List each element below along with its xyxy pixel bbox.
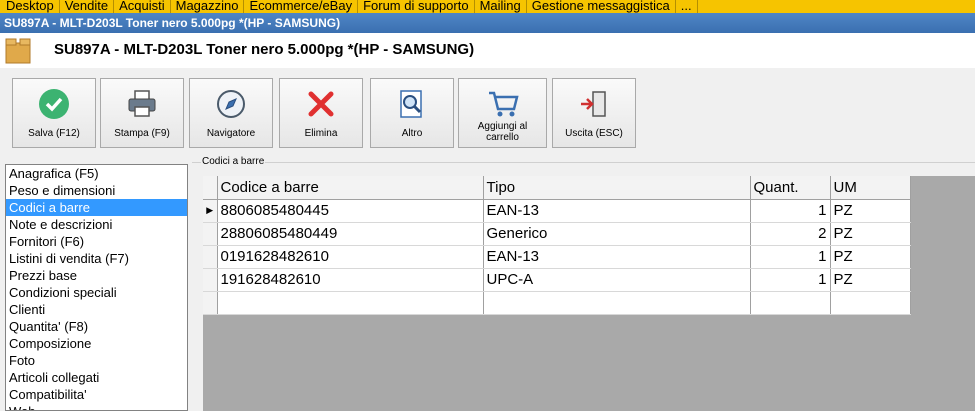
cell-type[interactable]: EAN-13: [483, 245, 751, 269]
save-label: Salva (F12): [28, 128, 80, 139]
add-to-cart-label-line1: Aggiungi al: [477, 121, 528, 132]
page-header: SU897A - MLT-D203L Toner nero 5.000pg *(…: [0, 33, 975, 68]
other-button[interactable]: Altro: [370, 78, 454, 148]
cell-code-empty[interactable]: [217, 291, 484, 315]
tab-forum[interactable]: Forum di supporto: [358, 0, 475, 13]
exit-label: Uscita (ESC): [565, 128, 623, 139]
delete-button[interactable]: Elimina: [279, 78, 363, 148]
exit-button[interactable]: Uscita (ESC): [552, 78, 636, 148]
table-row[interactable]: ▶ 8806085480445 EAN-13 1 PZ: [203, 199, 911, 223]
nav-item-listini[interactable]: Listini di vendita (F7): [6, 250, 187, 267]
box-icon: [5, 38, 31, 64]
cell-type[interactable]: UPC-A: [483, 268, 751, 292]
nav-item-compatibilita[interactable]: Compatibilita': [6, 386, 187, 403]
current-row-indicator-icon: ▶: [203, 199, 218, 223]
nav-item-codici-a-barre[interactable]: Codici a barre: [6, 199, 187, 216]
add-to-cart-button[interactable]: Aggiungi al carrello: [458, 78, 547, 148]
row-indicator: [203, 222, 218, 246]
cell-code[interactable]: 0191628482610: [217, 245, 484, 269]
table-row[interactable]: 191628482610 UPC-A 1 PZ: [203, 268, 911, 292]
cell-code[interactable]: 191628482610: [217, 268, 484, 292]
table-row[interactable]: 28806085480449 Generico 2 PZ: [203, 222, 911, 246]
nav-item-condizioni[interactable]: Condizioni speciali: [6, 284, 187, 301]
nav-item-clienti[interactable]: Clienti: [6, 301, 187, 318]
barcode-grid: Codice a barre Tipo Quant. UM ▶ 88060854…: [203, 176, 975, 411]
tab-magazzino[interactable]: Magazzino: [171, 0, 245, 13]
cell-type[interactable]: EAN-13: [483, 199, 751, 223]
nav-item-web[interactable]: Web: [6, 403, 187, 410]
navigator-label: Navigatore: [206, 128, 256, 139]
cell-quantity[interactable]: 1: [750, 199, 831, 223]
delete-label: Elimina: [304, 128, 338, 139]
cell-code[interactable]: 28806085480449: [217, 222, 484, 246]
column-header-quantity[interactable]: Quant.: [750, 176, 831, 200]
nav-item-peso[interactable]: Peso e dimensioni: [6, 182, 187, 199]
cell-quantity[interactable]: 1: [750, 245, 831, 269]
nav-item-composizione[interactable]: Composizione: [6, 335, 187, 352]
row-indicator: [203, 291, 218, 315]
toolbar: Salva (F12) Stampa (F9) Navigatore Elimi…: [0, 68, 975, 154]
tab-messaggistica[interactable]: Gestione messaggistica: [527, 0, 676, 13]
nav-item-foto[interactable]: Foto: [6, 352, 187, 369]
tab-mailing[interactable]: Mailing: [475, 0, 527, 13]
print-button[interactable]: Stampa (F9): [100, 78, 184, 148]
column-header-type[interactable]: Tipo: [483, 176, 751, 200]
tab-acquisti[interactable]: Acquisti: [114, 0, 171, 13]
cell-code[interactable]: 8806085480445: [217, 199, 484, 223]
add-to-cart-label-line2: carrello: [486, 132, 519, 143]
page-title: SU897A - MLT-D203L Toner nero 5.000pg *(…: [54, 41, 475, 58]
row-indicator: [203, 268, 218, 292]
other-label: Altro: [401, 128, 423, 139]
window-title-bar: SU897A - MLT-D203L Toner nero 5.000pg *(…: [0, 13, 975, 33]
cell-um[interactable]: PZ: [830, 199, 911, 223]
tab-more[interactable]: ...: [676, 0, 698, 13]
barcode-table: Codice a barre Tipo Quant. UM ▶ 88060854…: [203, 176, 911, 315]
tab-desktop[interactable]: Desktop: [0, 0, 60, 13]
add-to-cart-label: Aggiungi al carrello: [459, 121, 546, 143]
exit-door-icon: [581, 91, 606, 117]
new-row[interactable]: [203, 291, 911, 315]
print-label: Stampa (F9): [114, 128, 170, 139]
save-button[interactable]: Salva (F12): [12, 78, 96, 148]
cell-quantity-empty[interactable]: [750, 291, 831, 315]
row-indicator-header: [203, 176, 218, 200]
cell-um[interactable]: PZ: [830, 245, 911, 269]
group-divider: [192, 162, 975, 163]
cell-um[interactable]: PZ: [830, 268, 911, 292]
tab-vendite[interactable]: Vendite: [60, 0, 115, 13]
cart-icon: [488, 91, 519, 117]
delete-x-icon: [308, 91, 334, 117]
module-tab-bar: Desktop Vendite Acquisti Magazzino Ecomm…: [0, 0, 975, 13]
nav-item-articoli-collegati[interactable]: Articoli collegati: [6, 369, 187, 386]
printer-icon: [128, 90, 156, 117]
section-nav-list: Anagrafica (F5) Peso e dimensioni Codici…: [5, 164, 188, 411]
nav-item-quantita[interactable]: Quantita' (F8): [6, 318, 187, 335]
navigator-button[interactable]: Navigatore: [189, 78, 273, 148]
checkmark-icon: [39, 89, 69, 119]
cell-um-empty[interactable]: [830, 291, 911, 315]
nav-item-prezzi-base[interactable]: Prezzi base: [6, 267, 187, 284]
column-header-um[interactable]: UM: [830, 176, 911, 200]
app-window: Desktop Vendite Acquisti Magazzino Ecomm…: [0, 0, 975, 411]
cell-quantity[interactable]: 2: [750, 222, 831, 246]
row-indicator: [203, 245, 218, 269]
cell-type-empty[interactable]: [483, 291, 751, 315]
nav-item-fornitori[interactable]: Fornitori (F6): [6, 233, 187, 250]
cell-quantity[interactable]: 1: [750, 268, 831, 292]
table-header-row: Codice a barre Tipo Quant. UM: [203, 176, 911, 200]
nav-item-anagrafica[interactable]: Anagrafica (F5): [6, 165, 187, 182]
compass-icon: [217, 90, 245, 118]
nav-item-note[interactable]: Note e descrizioni: [6, 216, 187, 233]
group-label: Codici a barre: [201, 156, 266, 167]
column-header-code[interactable]: Codice a barre: [217, 176, 484, 200]
magnifier-document-icon: [400, 90, 422, 118]
cell-type[interactable]: Generico: [483, 222, 751, 246]
cell-um[interactable]: PZ: [830, 222, 911, 246]
tab-ecommerce[interactable]: Ecommerce/eBay: [244, 0, 359, 13]
table-row[interactable]: 0191628482610 EAN-13 1 PZ: [203, 245, 911, 269]
